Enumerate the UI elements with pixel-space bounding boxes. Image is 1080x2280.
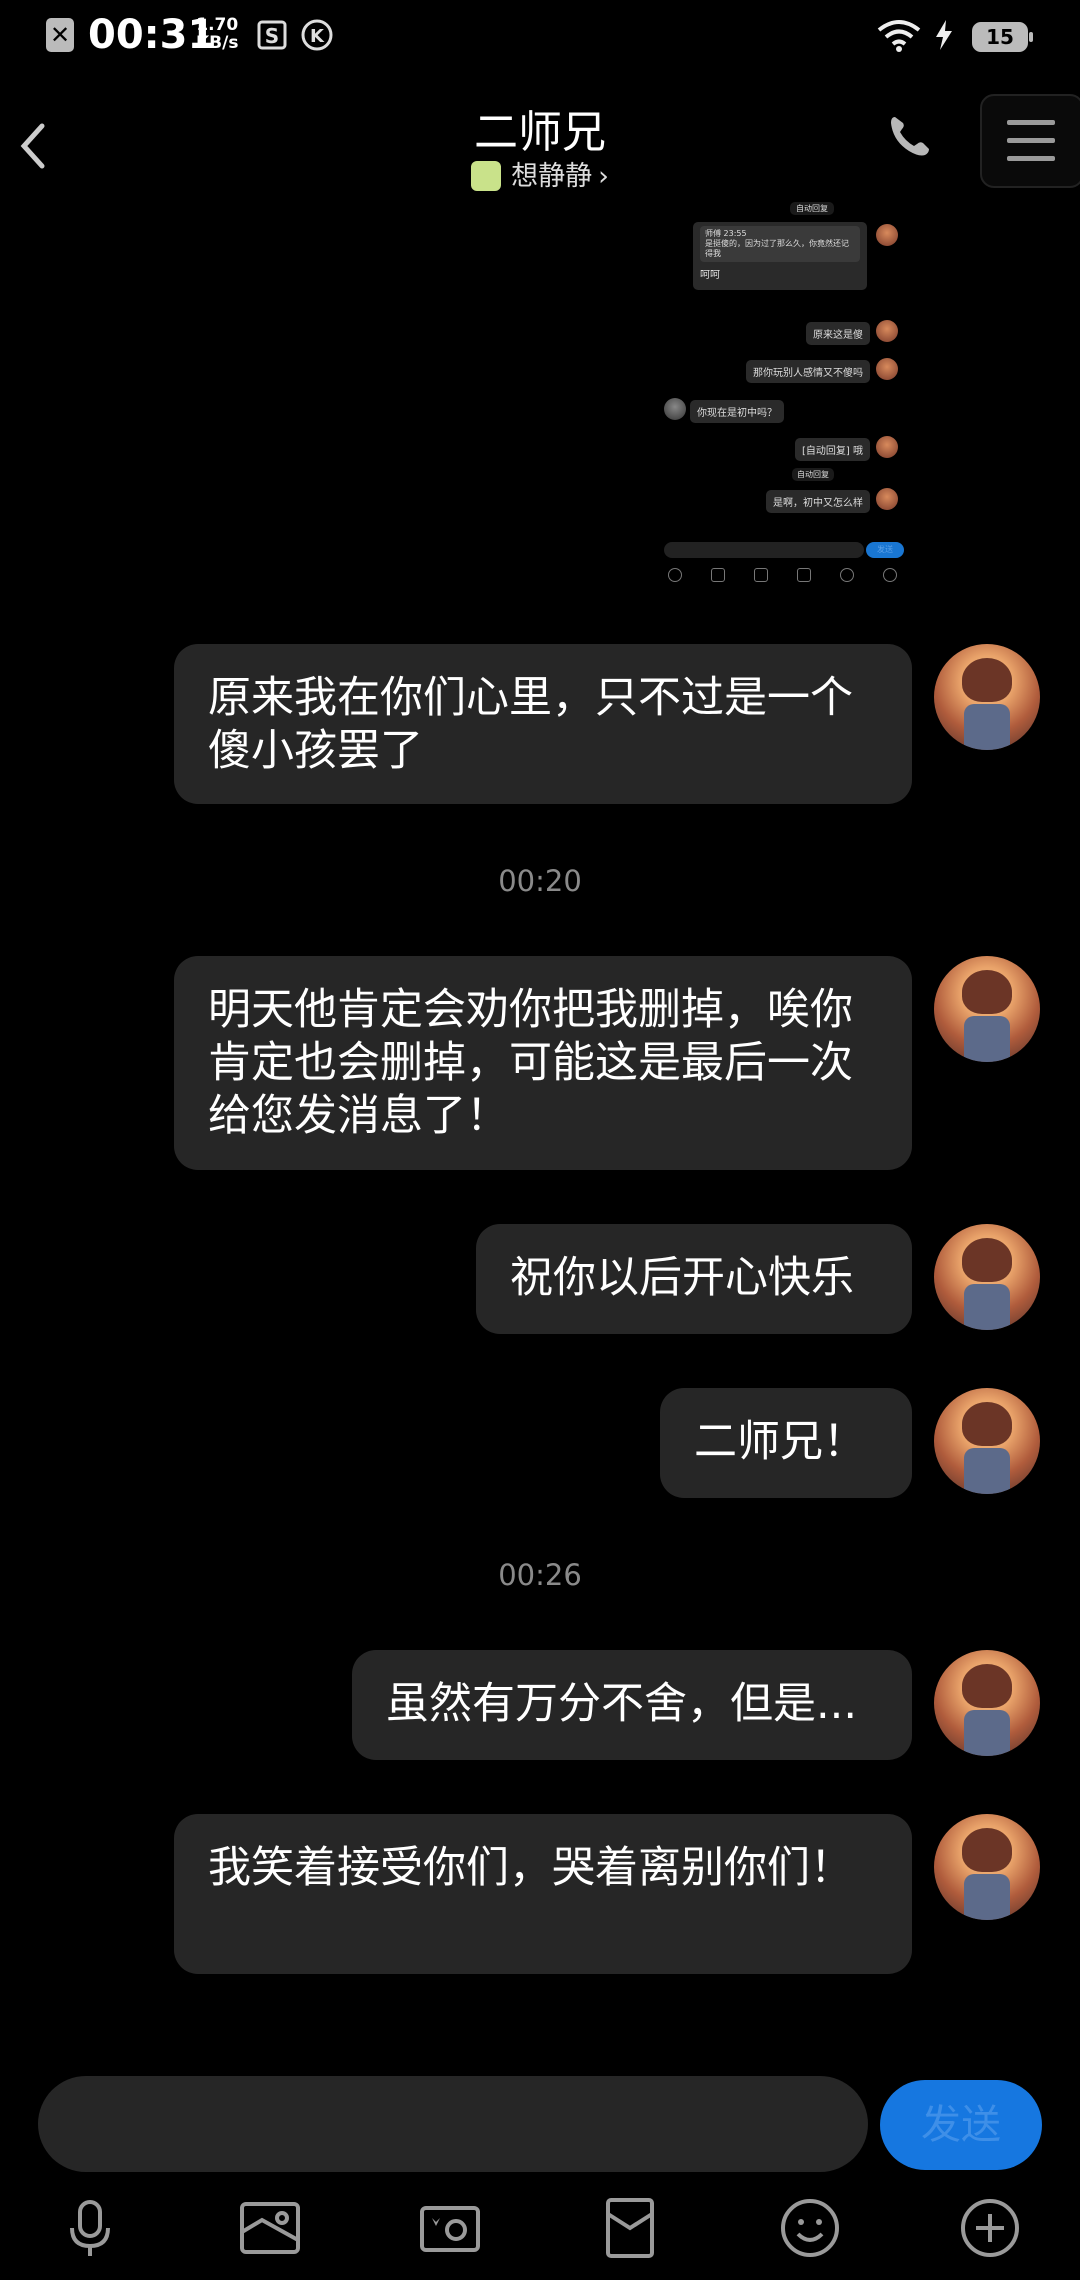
user-avatar[interactable] (934, 644, 1040, 750)
menu-line (1007, 138, 1055, 143)
timestamp: 00:20 (498, 864, 582, 898)
embedded-label: 自动回复 (790, 202, 834, 215)
embedded-redpacket-icon (797, 568, 811, 582)
message-bubble[interactable]: 虽然有万分不舍，但是... (352, 1650, 912, 1760)
plus-icon[interactable] (958, 2196, 1022, 2260)
embedded-quote-text: 是挺傻的，因为过了那么久，你竟然还记得我 (705, 239, 849, 258)
user-avatar[interactable] (934, 1388, 1040, 1494)
embedded-message: [自动回复] 哦 (795, 438, 870, 461)
network-speed: 1.70 KB/s (196, 16, 238, 52)
microphone-icon[interactable] (58, 2196, 122, 2260)
embedded-chat-screenshot[interactable]: 自动回复 师傅 23:55 是挺傻的，因为过了那么久，你竟然还记得我 呵呵 原来… (648, 198, 910, 590)
message-bubble[interactable]: 二师兄！ (660, 1388, 912, 1498)
embedded-message: 是啊，初中又怎么样 (766, 490, 870, 513)
embedded-quote-bubble: 师傅 23:55 是挺傻的，因为过了那么久，你竟然还记得我 呵呵 (693, 222, 867, 290)
timestamp: 00:26 (498, 1558, 582, 1592)
wifi-icon (877, 20, 921, 52)
embedded-camera-icon (754, 568, 768, 582)
menu-line (1007, 120, 1055, 125)
phone-call-icon[interactable] (885, 111, 935, 161)
embedded-label: 自动回复 (792, 468, 834, 481)
embedded-plus-icon (883, 568, 897, 582)
user-avatar[interactable] (934, 956, 1040, 1062)
subtitle-text: 想静静 (511, 161, 593, 192)
embedded-quote-reply: 呵呵 (700, 270, 720, 281)
user-avatar[interactable] (934, 1224, 1040, 1330)
embedded-mic-icon (668, 568, 682, 582)
k-app-icon: K (301, 19, 333, 51)
embedded-avatar (876, 320, 898, 342)
user-avatar[interactable] (934, 1814, 1040, 1920)
notification-close-icon: ✕ (46, 18, 74, 52)
red-packet-icon[interactable] (598, 2196, 662, 2260)
menu-line (1007, 156, 1055, 161)
chat-header: 二师兄 想静静 › (0, 76, 1080, 196)
embedded-avatar (664, 398, 686, 420)
emoji-icon[interactable] (778, 2196, 842, 2260)
embedded-message: 那你玩别人感情又不傻吗 (746, 360, 870, 383)
embedded-avatar (876, 488, 898, 510)
embedded-emoji-icon (840, 568, 854, 582)
charging-icon (936, 20, 952, 50)
message-input[interactable] (38, 2076, 868, 2172)
message-bubble[interactable]: 祝你以后开心快乐 (476, 1224, 912, 1334)
embedded-avatar (876, 436, 898, 458)
battery-indicator: 15 (972, 22, 1033, 52)
embedded-message: 原来这是傻 (806, 322, 870, 345)
embedded-avatar (876, 358, 898, 380)
network-speed-value: 1.70 (196, 15, 239, 35)
user-avatar[interactable] (934, 1650, 1040, 1756)
network-speed-unit: KB/s (196, 33, 239, 53)
screenshot-app-icon: S (257, 20, 287, 50)
chevron-right-icon: › (598, 161, 609, 192)
menu-button[interactable] (980, 94, 1080, 188)
status-bar: ✕ 00:31 1.70 KB/s S K 15 (0, 0, 1080, 76)
embedded-avatar (876, 224, 898, 246)
message-bubble[interactable]: 我笑着接受你们，哭着离别你们！ (174, 1814, 912, 1974)
embedded-message: 你现在是初中吗？ (690, 400, 784, 423)
embedded-send-button: 发送 (866, 542, 904, 558)
embedded-quote-name: 师傅 23:55 (705, 229, 747, 238)
embedded-image-icon (711, 568, 725, 582)
svg-text:S: S (265, 24, 279, 48)
embedded-input (664, 542, 864, 558)
message-bubble[interactable]: 原来我在你们心里，只不过是一个傻小孩罢了 (174, 644, 912, 804)
send-button[interactable]: 发送 (880, 2080, 1042, 2170)
message-bubble[interactable]: 明天他肯定会劝你把我删掉，唉你肯定也会删掉，可能这是最后一次给您发消息了！ (174, 956, 912, 1170)
svg-text:K: K (310, 26, 325, 47)
embedded-quote: 师傅 23:55 是挺傻的，因为过了那么久，你竟然还记得我 (700, 226, 860, 262)
camera-icon[interactable] (418, 2196, 482, 2260)
image-icon[interactable] (238, 2196, 302, 2260)
status-emoji-icon (471, 161, 502, 191)
